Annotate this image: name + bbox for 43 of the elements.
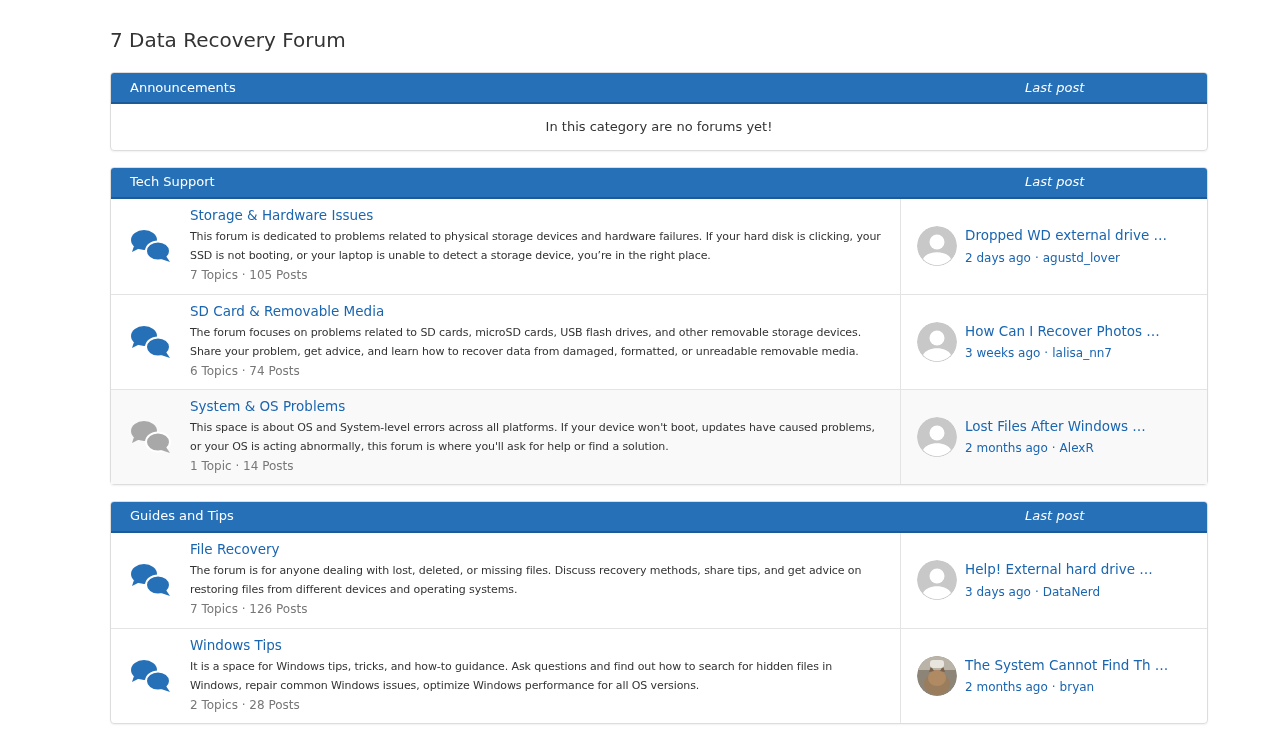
category-title: Announcements [129,78,237,97]
category-title: Tech Support [129,173,216,192]
last-post-link[interactable]: How Can I Recover Photos … [965,322,1160,339]
author-link[interactable]: AlexR [1059,441,1094,456]
last-post-link[interactable]: The System Cannot Find Th … [965,656,1169,673]
empty-message: In this category are no forums yet! [544,118,774,136]
post-time: 3 weeks ago [965,346,1041,361]
separator: · [1044,346,1049,361]
forum-stats: 7 Topics · 126 Posts [190,600,309,618]
forum-link[interactable]: Storage & Hardware Issues [190,205,374,224]
column-heading: Last post [1024,78,1086,97]
author-link[interactable]: DataNerd [1042,584,1101,599]
forum-stats: 2 Topics · 28 Posts [190,696,301,714]
page-title: 7 Data Recovery Forum [110,28,347,52]
author-link[interactable]: lalisa_nn7 [1052,346,1112,361]
separator: · [1051,441,1056,456]
forum-description: This forum is dedicated to problems related to physical storage devices and hardware failures. If your hard disk is clicking, your SSD is not booting, or your laptop is unable to detect a storage device, you’re in the right place. [190,228,882,264]
author-link[interactable]: bryan [1059,680,1095,695]
forum-link[interactable]: SD Card & Removable Media [190,301,385,320]
column-heading: Last post [1024,507,1086,526]
post-time: 2 months ago [965,441,1048,456]
forum-description: This space is about OS and System-level errors across all platforms. If your device won't boot, updates have caused problems, or your OS is acting abnormally, this forum is where you'll ask for help or find a solution. [190,419,876,455]
forum-description: The forum focuses on problems related to SD cards, microSD cards, USB flash drives, and other removable storage devices. Share your problem, get advice, and learn how to recover data from damaged, formatted, or unreadable removable media. [190,324,863,360]
column-heading: Last post [1024,173,1086,192]
forum-link[interactable]: Windows Tips [190,635,282,654]
category-title: Guides and Tips [129,507,235,526]
last-post-link[interactable]: Dropped WD external drive … [965,227,1168,244]
forum-stats: 1 Topic · 14 Posts [190,457,295,475]
separator: · [1034,584,1039,599]
last-post-link[interactable]: Lost Files After Windows … [965,417,1146,434]
forum-stats: 6 Topics · 74 Posts [190,362,301,380]
forum-stats: 7 Topics · 105 Posts [190,266,309,284]
separator: · [1051,680,1056,695]
last-post-link[interactable]: Help! External hard drive … [965,561,1153,578]
post-time: 2 days ago [965,250,1031,265]
separator: · [1034,250,1039,265]
forum-link[interactable]: File Recovery [190,539,280,558]
post-time: 3 days ago [965,584,1031,599]
forum-link[interactable]: System & OS Problems [190,396,346,415]
post-time: 2 months ago [965,680,1048,695]
forum-description: It is a space for Windows tips, tricks, and how-to guidance. Ask questions and find out how to search for hidden files in Windows, repair common Windows issues, optimize Windows performance for all OS versions. [190,658,834,694]
author-link[interactable]: agustd_lover [1042,250,1120,265]
forum-description: The forum is for anyone dealing with lost, deleted, or missing files. Discuss recovery methods, share tips, and get advice on restoring files from different devices and operating systems. [190,562,863,598]
